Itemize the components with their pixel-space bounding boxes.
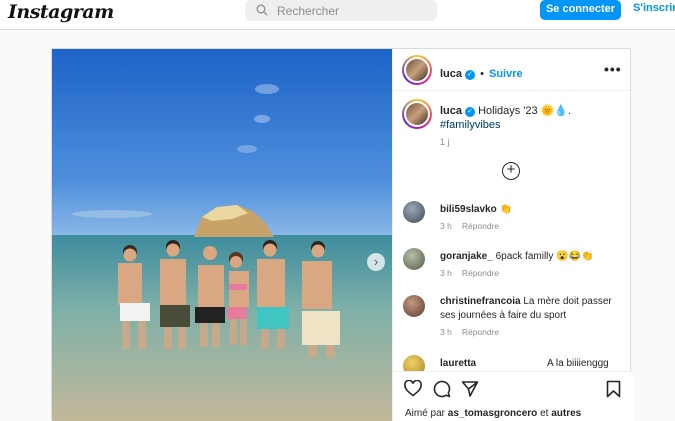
chevron-right-icon: › [373, 254, 379, 269]
reply-button[interactable]: Répondre [462, 327, 499, 337]
post-time: 1 j [440, 137, 450, 147]
comment-text: A la biiiienggg [547, 358, 609, 369]
post-sidebar: luca ✓ • Suivre ••• luca ✓ Holidays '23 🌞💧… [392, 49, 633, 421]
reply-button[interactable]: Répondre [462, 268, 499, 278]
post-photo[interactable]: › [52, 49, 392, 421]
instagram-logo[interactable]: Instagram [8, 1, 114, 23]
commenter-avatar[interactable] [403, 201, 425, 223]
comment-username[interactable]: lauretta [440, 358, 476, 369]
caption: luca ✓ Holidays '23 🌞💧. #familyvibes [440, 104, 625, 132]
comment-username[interactable]: goranjake_ [440, 251, 493, 262]
next-photo-button[interactable]: › [367, 253, 385, 271]
more-icon[interactable]: ••• [604, 61, 622, 77]
login-button[interactable]: Se connecter [540, 0, 621, 20]
comment-time: 3 h [440, 268, 452, 278]
bookmark-icon[interactable] [606, 380, 621, 398]
follow-button[interactable]: Suivre [489, 68, 523, 80]
hashtag-link[interactable]: #familyvibes [440, 119, 501, 131]
comment-username[interactable]: bili59slavko [440, 204, 497, 215]
caption-avatar[interactable] [402, 99, 432, 129]
comment-text: 6pack familly 😮😂👏 [495, 251, 594, 262]
comment-username[interactable]: christinefrancoia [440, 296, 521, 307]
commenter-avatar[interactable] [403, 248, 425, 270]
reply-button[interactable]: Répondre [462, 221, 499, 231]
post-actions-bar: Aimé par as_tomasgroncero et autres [393, 371, 633, 421]
search-box[interactable] [245, 0, 437, 21]
author-username[interactable]: luca [440, 68, 462, 80]
commenter-avatar[interactable] [403, 295, 425, 317]
caption-username[interactable]: luca [440, 105, 462, 117]
post-modal: › luca ✓ • Suivre ••• luca ✓ Holidays '23 … [51, 48, 633, 421]
heart-icon[interactable] [404, 380, 422, 397]
post-header: luca ✓ • Suivre ••• [393, 49, 633, 91]
add-comment-icon[interactable]: + [502, 162, 520, 180]
comment-time: 3 h [440, 221, 452, 231]
search-input[interactable] [277, 0, 427, 21]
separator-dot: • [477, 68, 487, 80]
author-avatar[interactable] [402, 55, 432, 85]
verified-icon: ✓ [465, 70, 476, 80]
likes-and: et [540, 408, 549, 419]
share-icon[interactable] [461, 380, 479, 398]
likes-summary: Aimé par as_tomasgroncero et autres [405, 408, 581, 419]
likes-others[interactable]: autres [551, 408, 581, 419]
top-navigation-bar: Instagram Se connecter S'inscrire [0, 0, 675, 30]
verified-icon: ✓ [465, 107, 476, 117]
comment-time: 3 h [440, 327, 452, 337]
comment-icon[interactable] [433, 380, 451, 398]
search-icon [256, 4, 268, 16]
likes-prefix: Aimé par [405, 408, 446, 419]
caption-text: Holidays '23 🌞💧. [478, 105, 572, 117]
liked-by-user[interactable]: as_tomasgroncero [448, 408, 537, 419]
comment-text: 👏 [499, 204, 512, 215]
signup-link[interactable]: S'inscrire [633, 2, 675, 14]
beach-group-photo [52, 49, 392, 421]
